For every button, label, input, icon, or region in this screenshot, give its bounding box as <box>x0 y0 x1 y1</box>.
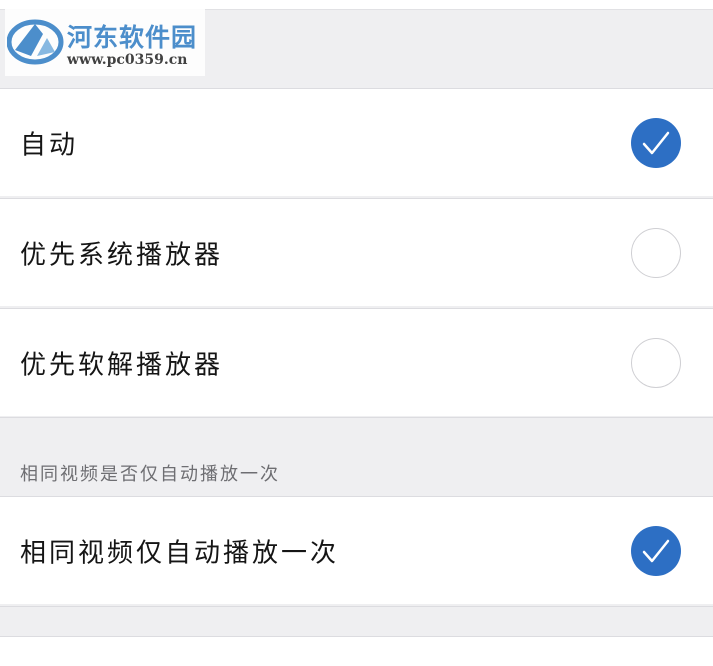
player-option-label: 自动 <box>20 130 79 160</box>
player-option-software[interactable]: 优先软解播放器 <box>0 308 713 416</box>
hedong-logo-icon <box>7 19 64 65</box>
bottom-spacer <box>0 606 713 637</box>
watermark-title: 河东软件园 <box>67 23 198 52</box>
radio-unselected[interactable] <box>631 337 681 388</box>
section-header-autoplay: 相同视频是否仅自动播放一次 <box>0 417 713 496</box>
autoplay-once-option[interactable]: 相同视频仅自动播放一次 <box>0 496 713 604</box>
player-option-system[interactable]: 优先系统播放器 <box>0 198 713 306</box>
radio-unselected[interactable] <box>631 227 681 278</box>
checkmark-icon <box>642 131 670 154</box>
watermark: 河东软件园 www.pc0359.cn <box>5 8 205 76</box>
checkmark-icon <box>642 539 670 562</box>
player-option-auto[interactable]: 自动 <box>0 88 713 196</box>
watermark-url: www.pc0359.cn <box>67 52 188 68</box>
autoplay-once-label: 相同视频仅自动播放一次 <box>20 538 340 568</box>
partial-row[interactable] <box>0 636 713 666</box>
player-option-label: 优先软解播放器 <box>20 350 224 380</box>
player-option-label: 优先系统播放器 <box>20 240 224 270</box>
radio-selected[interactable] <box>631 117 681 168</box>
section-header-text: 相同视频是否仅自动播放一次 <box>20 464 280 485</box>
checkbox-checked[interactable] <box>631 525 681 576</box>
